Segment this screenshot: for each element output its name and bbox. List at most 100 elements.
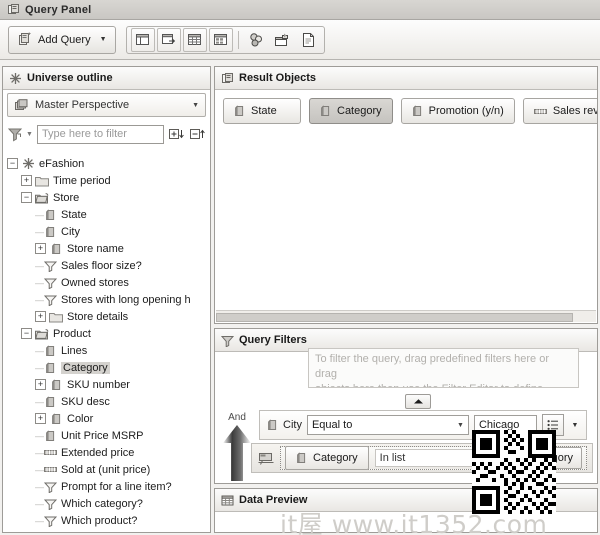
tree-toggle-expand[interactable]: + bbox=[21, 175, 32, 186]
tree-connector: — bbox=[35, 277, 44, 288]
tree-node-label: Product bbox=[53, 327, 91, 340]
tree-connector: — bbox=[35, 447, 44, 458]
tree-connector: — bbox=[35, 464, 44, 475]
tree-node-label: City bbox=[61, 225, 80, 238]
tree-node[interactable]: — Sold at (unit price) bbox=[7, 461, 210, 478]
tree-toggle-collapse[interactable]: − bbox=[7, 158, 18, 169]
tree-node[interactable]: + Time period bbox=[7, 172, 210, 189]
value-list-icon[interactable] bbox=[542, 414, 564, 436]
filter-row[interactable]: City Equal to ▼ Chicago ▼ bbox=[259, 410, 587, 440]
filter-value-input[interactable]: Chicago bbox=[473, 415, 537, 435]
tree-connector: — bbox=[35, 209, 44, 220]
chevron-down-icon: ▼ bbox=[99, 36, 107, 43]
scope-of-analysis-icon[interactable] bbox=[244, 28, 268, 52]
title-bar: Query Panel bbox=[0, 0, 600, 20]
filter-operator-select[interactable]: Equal to ▼ bbox=[306, 415, 469, 435]
tree-node-label: Extended price bbox=[61, 446, 135, 459]
filter-object[interactable]: Category bbox=[285, 446, 369, 470]
filter-operator-value[interactable]: In list bbox=[374, 449, 514, 467]
tree-toggle-collapse[interactable]: − bbox=[21, 328, 32, 339]
tree-node[interactable]: + Store name bbox=[7, 240, 210, 257]
outline-filter-input[interactable]: Type here to filter bbox=[36, 124, 164, 144]
filter-row[interactable]: Category In list Category bbox=[251, 443, 593, 473]
chevron-down-icon: ▼ bbox=[26, 130, 33, 138]
tree-node[interactable]: — City bbox=[7, 223, 210, 240]
add-query-button[interactable]: Add Query ▼ bbox=[8, 25, 116, 54]
tree-connector: — bbox=[35, 498, 44, 509]
result-objects-panel: Result Objects State Category Promotion (y… bbox=[214, 66, 598, 324]
query-filters-panel: Query Filters To filter the query, drag … bbox=[214, 328, 598, 484]
result-objects-hscrollbar[interactable] bbox=[216, 310, 596, 322]
filter-prompt-value[interactable]: Category bbox=[519, 447, 582, 469]
tree-toggle-expand[interactable]: + bbox=[35, 243, 46, 254]
tree-node[interactable]: — Unit Price MSRP bbox=[7, 427, 210, 444]
prompt-filter-inner[interactable]: Category In list Category bbox=[280, 446, 587, 470]
result-object-button[interactable]: Promotion (y/n) bbox=[400, 98, 515, 124]
funnel-icon bbox=[221, 334, 234, 347]
result-object-button[interactable]: Category bbox=[309, 98, 393, 124]
filter-operator-label[interactable]: And bbox=[220, 412, 254, 423]
tree-node[interactable]: + Color bbox=[7, 410, 210, 427]
query-properties-icon[interactable] bbox=[270, 28, 294, 52]
tree-toggle-expand[interactable]: + bbox=[35, 379, 46, 390]
perspective-label: Master Perspective bbox=[35, 99, 130, 111]
perspective-selector[interactable]: Master Perspective ▼ bbox=[7, 93, 206, 117]
measure-icon bbox=[43, 463, 57, 476]
hint-line-1: To filter the query, drag predefined fil… bbox=[315, 353, 549, 380]
tree-node[interactable]: − Store bbox=[7, 189, 210, 206]
table-view-icon[interactable] bbox=[182, 27, 207, 52]
tree-toggle-expand[interactable]: + bbox=[35, 311, 46, 322]
result-objects-title: Result Objects bbox=[239, 72, 317, 84]
tree-node[interactable]: + Store details bbox=[7, 308, 210, 325]
dimension-icon bbox=[412, 105, 423, 117]
tree-node[interactable]: — Category bbox=[7, 359, 210, 376]
collapse-dropzone-button[interactable] bbox=[405, 394, 431, 409]
tree-node[interactable]: — SKU desc bbox=[7, 393, 210, 410]
dimension-icon bbox=[267, 419, 278, 431]
tree-node[interactable]: — Owned stores bbox=[7, 274, 210, 291]
universe-icon bbox=[9, 72, 22, 85]
tree-node[interactable]: — Which category? bbox=[7, 495, 210, 512]
panel-layout-icon[interactable] bbox=[130, 27, 155, 52]
scrollbar-thumb[interactable] bbox=[216, 313, 573, 322]
tree-node[interactable]: + SKU number bbox=[7, 376, 210, 393]
tree-node[interactable]: − eFashion bbox=[7, 155, 210, 172]
folder-icon bbox=[35, 531, 49, 532]
tree-connector: — bbox=[35, 226, 44, 237]
tree-toggle-collapse[interactable]: − bbox=[21, 192, 32, 203]
tree-connector: — bbox=[35, 294, 44, 305]
filter-value-dropdown[interactable]: ▼ bbox=[569, 422, 581, 429]
tree-node-label: Promotions bbox=[53, 532, 109, 533]
tree-node[interactable]: — Which product? bbox=[7, 512, 210, 529]
measure-icon bbox=[43, 446, 57, 459]
result-object-button[interactable]: State bbox=[223, 98, 301, 124]
tree-node[interactable]: − Product bbox=[7, 325, 210, 342]
view-script-icon[interactable] bbox=[296, 28, 320, 52]
result-object-button[interactable]: Sales revenue bbox=[522, 98, 597, 124]
tree-node-label: Prompt for a line item? bbox=[61, 480, 172, 493]
add-combined-query-icon[interactable] bbox=[156, 27, 181, 52]
collapse-all-icon[interactable] bbox=[189, 126, 206, 143]
tree-node[interactable]: — Lines bbox=[7, 342, 210, 359]
tree-toggle-expand[interactable]: + bbox=[35, 413, 46, 424]
tree-node[interactable]: — Extended price bbox=[7, 444, 210, 461]
tree-node[interactable]: — Sales floor size? bbox=[7, 257, 210, 274]
query-panel-icon bbox=[7, 3, 20, 16]
dimension-icon bbox=[320, 105, 331, 117]
filter-object[interactable]: City bbox=[265, 419, 302, 431]
prompt-icon bbox=[257, 450, 275, 466]
filter-options-button[interactable]: ▼ bbox=[7, 127, 33, 142]
data-preview-panel: Data Preview bbox=[214, 488, 598, 533]
tree-node-label: Lines bbox=[61, 344, 88, 357]
tree-node-label: Which product? bbox=[61, 514, 138, 527]
result-object-label: Promotion (y/n) bbox=[428, 105, 504, 117]
tree-node[interactable]: — State bbox=[7, 206, 210, 223]
dimension-icon bbox=[49, 412, 63, 425]
tree-node[interactable]: — Prompt for a line item? bbox=[7, 478, 210, 495]
dimension-icon bbox=[49, 378, 63, 391]
universe-tree[interactable]: − eFashion + Time period − Store — State — City + S… bbox=[3, 151, 210, 532]
tree-node[interactable]: — Stores with long opening h bbox=[7, 291, 210, 308]
summary-view-icon[interactable] bbox=[208, 27, 233, 52]
tree-node[interactable]: +Promotions bbox=[7, 529, 210, 533]
expand-all-icon[interactable] bbox=[168, 126, 185, 143]
